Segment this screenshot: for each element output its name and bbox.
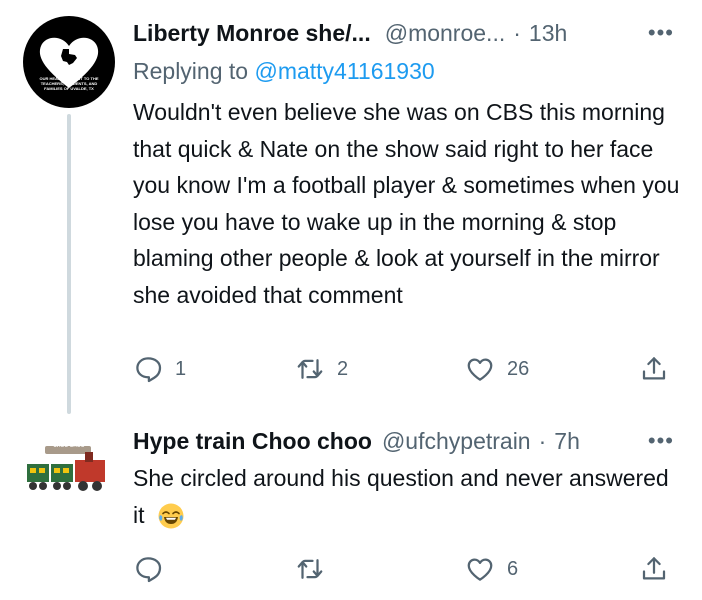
avatar-caption: CHOO CHOO [53,443,85,449]
tweet-text: Wouldn't even believe she was on CBS thi… [133,99,680,308]
reply-button[interactable]: 1 [133,352,186,386]
heart-texas-icon [39,37,99,88]
tweet-text: She circled around his question and neve… [133,460,681,533]
tweet-text-content: She circled around his question and neve… [133,465,669,528]
reply-mention-link[interactable]: @matty41161930 [254,58,434,84]
retweet-count: 2 [337,357,349,380]
like-count: 26 [507,357,530,380]
like-button[interactable]: 26 [465,352,529,386]
avatar-caption: OUR HEARTS GO OUT TO THE TEACHERS, STUDE… [39,76,99,91]
display-name[interactable]: Liberty Monroe she/... [133,20,371,47]
laughing-emoji [158,503,184,529]
share-icon [642,557,666,580]
like-count: 6 [507,557,519,580]
like-icon [467,358,493,381]
reply-icon [136,557,162,583]
separator-dot: · [538,427,547,454]
replying-to: Replying to @matty41161930 [133,58,435,85]
like-icon [467,558,493,581]
user-handle[interactable]: @ufchypetrain [382,428,531,455]
tweet-header: Hype train Choo choo @ufchypetrain · 7h [133,424,702,458]
avatar[interactable]: OUR HEARTS GO OUT TO THE TEACHERS, STUDE… [23,16,115,108]
more-icon[interactable]: ••• [648,20,674,46]
user-handle[interactable]: @monroe... [385,20,506,47]
share-button[interactable] [639,552,669,586]
share-icon [642,357,666,380]
timestamp[interactable]: 7h [554,428,580,455]
retweet-button[interactable] [295,552,337,586]
retweet-button[interactable]: 2 [295,352,348,386]
retweet-icon [297,559,323,579]
tweet-actions: 1 2 26 [133,352,693,386]
tweet-hype-train[interactable]: CHOO CHOO Hype train Choo choo @ufchypet… [0,410,702,600]
thread-line [67,114,71,414]
display-name[interactable]: Hype train Choo choo [133,428,372,455]
tweet-liberty-monroe[interactable]: OUR HEARTS GO OUT TO THE TEACHERS, STUDE… [0,0,702,414]
reply-button[interactable] [133,552,175,586]
retweet-icon [297,359,323,379]
like-button[interactable]: 6 [465,552,518,586]
timestamp[interactable]: 13h [529,20,567,47]
separator-dot: · [513,19,521,46]
more-icon[interactable]: ••• [648,428,674,454]
reply-count: 1 [175,357,187,380]
share-button[interactable] [639,352,669,386]
replying-prefix: Replying to [133,58,255,84]
reply-icon [136,357,162,383]
tweet-actions: 6 [133,552,693,586]
tweet-header: Liberty Monroe she/... @monroe... · 13h [133,16,702,50]
avatar[interactable]: CHOO CHOO [23,430,115,522]
